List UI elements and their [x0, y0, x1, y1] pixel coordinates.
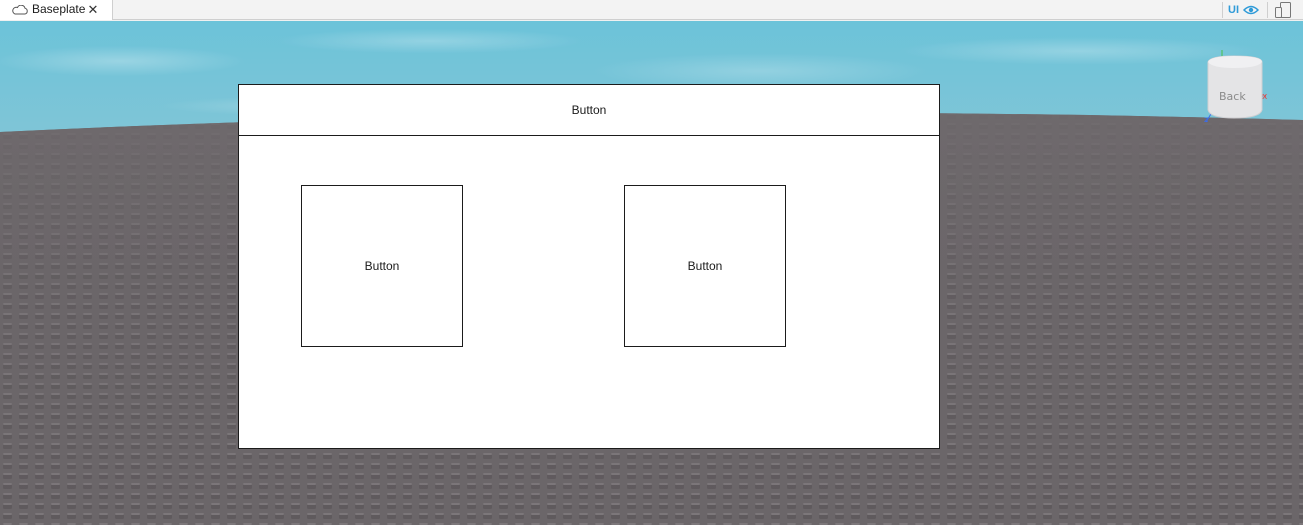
tab-baseplate[interactable]: Baseplate ✕	[0, 0, 113, 20]
view-cube-face-label: Back	[1219, 90, 1246, 103]
ui-visibility-toggle[interactable]: UI	[1228, 1, 1259, 19]
tab-title: Baseplate	[32, 2, 86, 16]
right-button[interactable]: Button	[624, 185, 786, 347]
top-button[interactable]: Button	[238, 84, 940, 136]
ui-toggle-label: UI	[1228, 4, 1239, 16]
svg-text:z: z	[1204, 115, 1208, 124]
device-emulator-icon[interactable]	[1275, 2, 1292, 18]
tab-bar: Baseplate ✕ UI	[0, 0, 1303, 20]
close-icon[interactable]: ✕	[86, 3, 100, 17]
view-cube[interactable]: x z	[1198, 48, 1270, 126]
eye-icon	[1243, 5, 1259, 15]
gui-frame: Button Button Button	[238, 84, 940, 449]
svg-text:x: x	[1262, 92, 1268, 102]
left-button[interactable]: Button	[301, 185, 463, 347]
cloud-icon	[12, 5, 28, 15]
divider	[1222, 2, 1223, 18]
divider	[1267, 2, 1268, 18]
3d-viewport[interactable]: x z Back Button Button Button	[0, 21, 1303, 525]
